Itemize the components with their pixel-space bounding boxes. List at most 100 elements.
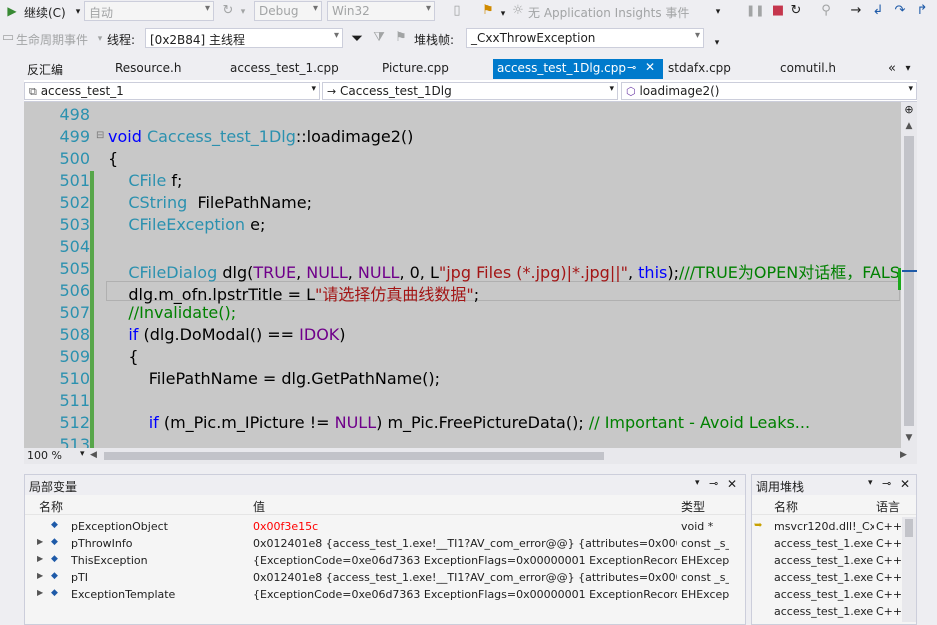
thread-combo[interactable]: [0x2B84] 主线程 ▾ <box>145 28 343 48</box>
close-icon[interactable]: ✕ <box>900 477 910 491</box>
class-combo[interactable]: → Caccess_test_1Dlg ▾ <box>322 82 618 100</box>
column-name[interactable]: 名称 <box>774 498 798 515</box>
scroll-left-icon[interactable]: ◀ <box>90 450 97 460</box>
flame-icon[interactable]: ⚑ <box>480 3 496 19</box>
code-line[interactable]: if (dlg.DoModal() == IDOK) <box>108 325 345 344</box>
callstack-row[interactable]: access_test_1.exe!_ C++ <box>752 535 916 552</box>
column-type[interactable]: 类型 <box>681 498 705 515</box>
dropdown-icon[interactable]: ▾ <box>709 35 725 51</box>
horizontal-scroll-thumb[interactable] <box>104 452 604 460</box>
file-icon[interactable]: ▯ <box>449 3 465 19</box>
chevron-down-icon[interactable]: ▾ <box>80 449 85 459</box>
tab-resource-h[interactable]: Resource.h <box>115 59 181 79</box>
code-line[interactable]: CFile f; <box>108 171 182 190</box>
locals-row[interactable]: ▶ ◆ pTI 0x012401e8 {access_test_1.exe!__TI1… <box>25 569 745 586</box>
pin-icon[interactable]: ⊸ <box>709 477 718 490</box>
stackframe-combo[interactable]: _CxxThrowException ▾ <box>466 28 704 48</box>
callstack-row[interactable]: ➥ msvcr120d.dll!_Cxx C++ <box>752 518 916 535</box>
member-combo[interactable]: ⬡ loadimage2() ▾ <box>621 82 917 100</box>
pin-icon[interactable]: ⊸ <box>882 477 891 490</box>
tab-comutil-h[interactable]: comutil.h <box>780 59 836 79</box>
dropdown-icon[interactable]: ▾ <box>868 478 873 488</box>
config-combo[interactable]: Debug ▾ <box>254 1 322 21</box>
tab-overflow-icon[interactable]: « <box>884 61 900 77</box>
restart-icon[interactable]: ↻ <box>788 3 804 19</box>
locals-row[interactable]: ▶ ◆ pThrowInfo 0x012401e8 {access_test_1.ex… <box>25 535 745 552</box>
tab-access-test-1dlg-cpp[interactable]: access_test_1Dlg.cpp ⊸ ✕ <box>493 59 663 79</box>
flag-icon[interactable]: ⚑ <box>393 30 409 46</box>
filter-off-icon[interactable]: ⧩ <box>371 30 387 46</box>
tab-disassembly[interactable]: 反汇编 <box>27 59 63 79</box>
dropdown-icon[interactable]: ▾ <box>710 4 726 20</box>
scroll-thumb[interactable] <box>905 519 913 537</box>
dropdown-icon[interactable]: ▾ <box>235 4 251 20</box>
dropdown-icon[interactable]: ▾ <box>695 478 700 488</box>
step-out-icon[interactable]: ↱ <box>914 3 930 19</box>
code-editor[interactable]: ⊟ 498 499 500 501 502 503 504 505 506 50… <box>24 102 901 448</box>
project-combo[interactable]: ⧉ access_test_1 ▾ <box>24 82 320 100</box>
split-icon[interactable]: ⊕ <box>901 102 917 118</box>
code-line[interactable]: if (m_Pic.m_IPicture != NULL) m_Pic.Free… <box>108 413 810 432</box>
lifecycle-events-label[interactable]: 生命周期事件 <box>16 31 88 48</box>
scroll-up-icon[interactable]: ▲ <box>901 118 917 134</box>
variable-value[interactable]: {ExceptionCode=0xe06d7363 ExceptionFlags… <box>253 554 677 567</box>
editor-vertical-scrollbar[interactable]: ⊕ ▲ ▼ <box>901 102 917 448</box>
variable-value[interactable]: 0x00f3e15c <box>253 520 677 533</box>
locals-row[interactable]: ▶ ◆ ExceptionTemplate {ExceptionCode=0xe06d… <box>25 586 745 603</box>
column-name[interactable]: 名称 <box>39 498 63 515</box>
dropdown-icon[interactable]: ▾ <box>92 31 108 47</box>
code-line[interactable]: void Caccess_test_1Dlg::loadimage2() <box>108 127 413 146</box>
scroll-down-icon[interactable]: ▼ <box>901 430 917 446</box>
refresh-icon[interactable]: ↻ <box>220 3 236 19</box>
scroll-thumb[interactable] <box>904 136 914 426</box>
dropdown-icon[interactable]: ▾ <box>495 6 511 22</box>
callstack-scrollbar[interactable] <box>902 517 916 622</box>
scroll-right-icon[interactable]: ▶ <box>900 450 907 460</box>
code-line[interactable]: dlg.m_ofn.lpstrTitle = L"请选择仿真曲线数据"; <box>108 281 479 305</box>
code-line[interactable]: CFileException e; <box>108 215 265 234</box>
zoom-level[interactable]: 100 % <box>27 449 62 462</box>
filter-icon[interactable]: ⏷ <box>349 30 365 46</box>
locals-row[interactable]: ▶ ◆ ThisException {ExceptionCode=0xe06d7363… <box>25 552 745 569</box>
close-icon[interactable]: ✕ <box>727 477 737 491</box>
callstack-row[interactable]: access_test_1.exe!CC++ <box>752 603 916 620</box>
tab-access-test-1-cpp[interactable]: access_test_1.cpp <box>230 59 339 79</box>
show-next-statement-icon[interactable]: → <box>848 3 864 19</box>
code-line[interactable]: { <box>108 347 138 366</box>
step-into-icon[interactable]: ↲ <box>870 3 886 19</box>
insights-icon[interactable]: ☼ <box>510 3 526 19</box>
tab-stdafx-cpp[interactable]: stdafx.cpp <box>668 59 731 79</box>
close-icon[interactable]: ✕ <box>645 60 655 74</box>
link-icon[interactable]: ⚲ <box>818 3 834 19</box>
variable-value[interactable]: {ExceptionCode=0xe06d7363 ExceptionFlags… <box>253 588 677 601</box>
auto-combo[interactable]: 自动 ▾ <box>84 1 214 21</box>
variable-value[interactable]: 0x012401e8 {access_test_1.exe!__TI1?AV_c… <box>253 571 677 584</box>
continue-icon[interactable]: ▶ <box>4 3 20 19</box>
expand-icon[interactable]: ▶ <box>37 571 43 580</box>
dropdown-icon[interactable]: ▾ <box>900 61 916 77</box>
step-over-icon[interactable]: ↷ <box>892 3 908 19</box>
expand-icon[interactable]: ▶ <box>37 537 43 546</box>
callstack-row[interactable]: access_test_1.exe!_ C++ <box>752 586 916 603</box>
locals-row[interactable]: ◆ pExceptionObject 0x00f3e15c void * <box>25 518 745 535</box>
code-line[interactable]: //Invalidate(); <box>108 303 236 322</box>
column-language[interactable]: 语言 <box>876 498 900 515</box>
variable-value[interactable]: 0x012401e8 {access_test_1.exe!__TI1?AV_c… <box>253 537 677 550</box>
app-insights-label[interactable]: 无 Application Insights 事件 <box>528 4 689 21</box>
code-line[interactable]: FilePathName = dlg.GetPathName(); <box>108 369 440 388</box>
code-line[interactable]: CString FilePathName; <box>108 193 312 212</box>
platform-combo[interactable]: Win32 ▾ <box>327 1 435 21</box>
continue-button[interactable]: 继续(C) <box>24 4 66 21</box>
expand-icon[interactable]: ▶ <box>37 554 43 563</box>
code-line[interactable]: { <box>108 149 118 168</box>
code-line[interactable]: CFileDialog dlg(TRUE, NULL, NULL, 0, L"j… <box>108 259 901 283</box>
collapse-icon[interactable]: ⊟ <box>96 130 104 141</box>
tab-picture-cpp[interactable]: Picture.cpp <box>382 59 449 79</box>
expand-icon[interactable]: ▶ <box>37 588 43 597</box>
callstack-row[interactable]: access_test_1.exe!_ C++ <box>752 552 916 569</box>
pause-icon[interactable]: ❚❚ <box>746 3 764 19</box>
column-value[interactable]: 值 <box>253 498 265 515</box>
stop-icon[interactable]: ■ <box>770 3 786 19</box>
callstack-row[interactable]: access_test_1.exe!_ C++ <box>752 569 916 586</box>
pin-icon[interactable]: ⊸ <box>627 61 636 74</box>
